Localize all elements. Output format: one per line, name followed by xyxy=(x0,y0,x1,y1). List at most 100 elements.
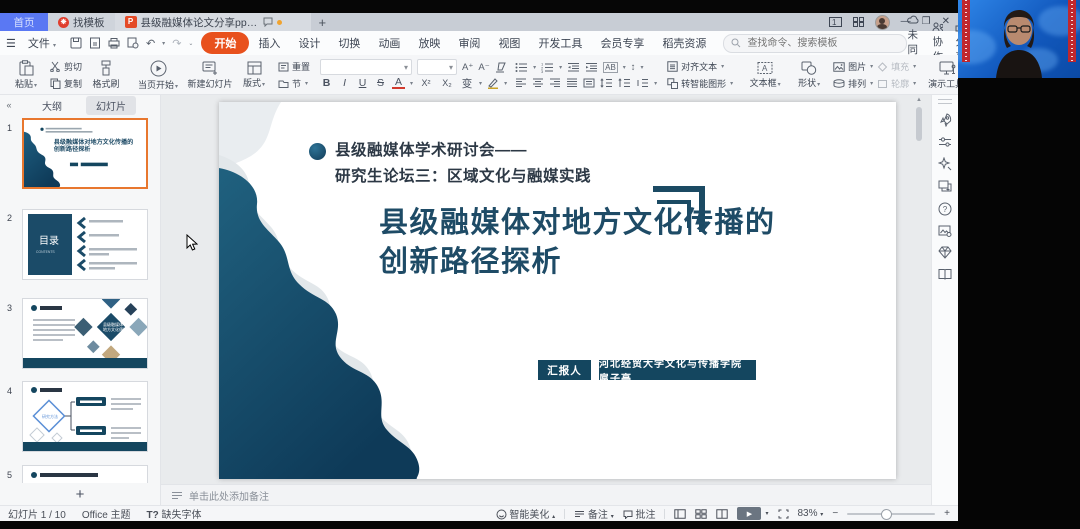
format-painter-button[interactable]: 格式刷 xyxy=(84,57,128,93)
single-window-icon[interactable]: 1 xyxy=(829,17,842,27)
export-pdf-icon[interactable] xyxy=(89,37,101,49)
save-icon[interactable] xyxy=(70,37,82,49)
zoom-out-button[interactable]: − xyxy=(832,508,838,519)
line-spacing3-icon[interactable] xyxy=(636,78,649,88)
ribbon-tab-transition[interactable]: 切换 xyxy=(329,33,369,53)
normal-view-icon[interactable] xyxy=(674,509,686,519)
line-spacing-button[interactable]: ↕ xyxy=(631,62,636,73)
align-center-icon[interactable] xyxy=(532,78,544,88)
slide-thumbnail-5[interactable] xyxy=(22,465,148,483)
arrange-button[interactable]: 排列▾ xyxy=(833,76,873,91)
ribbon-tab-design[interactable]: 设计 xyxy=(289,33,329,53)
tab-document[interactable]: P 县级融媒体论文分享ppt.pptx xyxy=(115,13,311,31)
hamburger-icon[interactable]: ☰ xyxy=(0,37,22,50)
ribbon-tab-devtools[interactable]: 开发工具 xyxy=(529,33,591,53)
help-icon[interactable]: ? xyxy=(938,202,952,216)
sidebar-handle-icon[interactable] xyxy=(938,99,952,104)
undo-dropdown[interactable]: ▾ xyxy=(162,40,165,47)
missing-font-indicator[interactable]: T? 缺失字体 xyxy=(147,506,202,521)
ribbon-tab-insert[interactable]: 插入 xyxy=(249,33,289,53)
add-slide-button[interactable]: + xyxy=(0,486,160,503)
text-direction-button[interactable]: AB xyxy=(603,62,618,73)
scrollbar-thumb[interactable] xyxy=(916,107,922,141)
slide-sorter-icon[interactable] xyxy=(695,509,707,519)
comment-icon[interactable] xyxy=(263,17,273,27)
ribbon-tab-animation[interactable]: 动画 xyxy=(369,33,409,53)
font-color-button[interactable]: A xyxy=(392,77,405,89)
sparkle-edit-icon[interactable] xyxy=(938,157,952,171)
align-left-icon[interactable] xyxy=(515,78,527,88)
bullet-list-icon[interactable] xyxy=(515,62,528,73)
theme-name[interactable]: Office 主题 xyxy=(82,506,131,521)
rocket-icon[interactable] xyxy=(938,113,952,127)
ribbon-tab-member[interactable]: 会员专享 xyxy=(591,33,653,53)
decrease-indent-icon[interactable] xyxy=(567,62,580,73)
file-menu[interactable]: 文件 ▾ xyxy=(22,35,62,51)
image-settings-icon[interactable] xyxy=(938,225,952,237)
line-spacing2-icon[interactable] xyxy=(618,78,631,88)
tab-outline[interactable]: 大纲 xyxy=(32,96,72,115)
tab-slides[interactable]: 幻灯片 xyxy=(86,96,136,115)
highlight-pen-icon[interactable] xyxy=(487,78,499,89)
increase-font-button[interactable]: A⁺ xyxy=(462,62,473,73)
fill-button[interactable]: 填充▾ xyxy=(877,59,916,74)
layout-button[interactable]: 版式▾ xyxy=(232,57,276,93)
strike-button[interactable]: S xyxy=(374,77,387,89)
tab-find-template[interactable]: ❋ 找模板 xyxy=(48,13,115,31)
zoom-in-button[interactable]: + xyxy=(944,508,950,519)
beautify-button[interactable]: 智能美化 ▴ xyxy=(496,506,556,521)
slide-thumbnail-4[interactable]: 研究方法 xyxy=(22,381,148,452)
slide-canvas[interactable]: 县级融媒体学术研讨会—— 研究生论坛三：区域文化与融媒实践 县级融媒体对地方文化… xyxy=(161,95,931,485)
para-spacing-icon[interactable] xyxy=(600,78,613,88)
new-tab-button[interactable]: + xyxy=(311,13,335,31)
comments-button[interactable]: 批注 xyxy=(623,506,656,521)
font-size-select[interactable]: ▾ xyxy=(417,59,457,75)
notes-toggle-button[interactable]: 备注 ▾ xyxy=(574,506,614,521)
ribbon-tab-view[interactable]: 视图 xyxy=(489,33,529,53)
fit-slide-icon[interactable] xyxy=(778,509,789,519)
smart-graphic-button[interactable]: 转智能图形▾ xyxy=(667,76,733,91)
cut-button[interactable]: 剪切 xyxy=(50,59,82,74)
bold-button[interactable]: B xyxy=(320,77,333,89)
subscript-button[interactable]: X₂ xyxy=(439,78,455,88)
play-dropdown-icon[interactable]: ▾ xyxy=(765,510,768,517)
align-right-icon[interactable] xyxy=(549,78,561,88)
slideshow-play-button[interactable]: ▶ xyxy=(737,507,761,520)
quick-access-dropdown[interactable]: ⌄ xyxy=(188,40,193,47)
play-from-current-button[interactable]: 当页开始▾ xyxy=(136,57,180,93)
decrease-font-button[interactable]: A⁻ xyxy=(478,62,489,73)
slide-title[interactable]: 县级融媒体对地方文化传播的 创新路径探析 xyxy=(379,204,776,282)
font-name-select[interactable]: ▾ xyxy=(320,59,412,75)
book-icon[interactable] xyxy=(938,268,952,280)
conference-subtitle[interactable]: 县级融媒体学术研讨会—— 研究生论坛三：区域文化与融媒实践 xyxy=(335,138,591,190)
slide-editor[interactable]: 县级融媒体学术研讨会—— 研究生论坛三：区域文化与融媒实践 县级融媒体对地方文化… xyxy=(219,102,896,479)
ribbon-tab-docer[interactable]: 稻壳资源 xyxy=(653,33,715,53)
slide-thumbnail-2[interactable]: 目录 CONTENTS xyxy=(22,209,148,280)
justify-icon[interactable] xyxy=(566,78,578,88)
presenter-label-box[interactable]: 汇报人 xyxy=(538,360,591,380)
ribbon-tab-review[interactable]: 审阅 xyxy=(449,33,489,53)
zoom-level[interactable]: 83% ▾ xyxy=(798,508,824,519)
command-search[interactable] xyxy=(723,34,907,53)
align-text-button[interactable]: 对齐文本▾ xyxy=(667,59,733,74)
superscript-button[interactable]: X² xyxy=(418,78,434,88)
picture-button[interactable]: 图片▾ xyxy=(833,59,873,74)
collapse-panel-icon[interactable]: « xyxy=(0,100,18,110)
search-input[interactable] xyxy=(745,37,899,50)
slide-thumbnail-1[interactable]: 县级融媒体对地方文化传播的 创新路径探析 xyxy=(22,118,148,189)
slide-thumbnail-3[interactable]: 县级融媒体地方文化傳播 xyxy=(22,298,148,369)
clear-format-icon[interactable] xyxy=(495,62,507,73)
scroll-up-icon[interactable]: ▲ xyxy=(915,97,923,103)
outline-button[interactable]: 轮廓▾ xyxy=(877,76,916,91)
section-button[interactable]: 节▾ xyxy=(278,76,310,91)
distribute-icon[interactable] xyxy=(583,78,595,88)
duplicate-slide-icon[interactable] xyxy=(938,180,952,193)
gem-icon[interactable] xyxy=(938,246,952,259)
sliders-icon[interactable] xyxy=(938,136,952,148)
vertical-scrollbar[interactable]: ▲ xyxy=(915,97,923,481)
zoom-slider[interactable] xyxy=(847,513,935,515)
number-list-icon[interactable]: 123 xyxy=(541,62,554,73)
notes-bar[interactable]: 单击此处添加备注 xyxy=(161,484,931,505)
user-avatar[interactable] xyxy=(875,15,890,30)
shape-button[interactable]: 形状▾ xyxy=(787,57,831,93)
